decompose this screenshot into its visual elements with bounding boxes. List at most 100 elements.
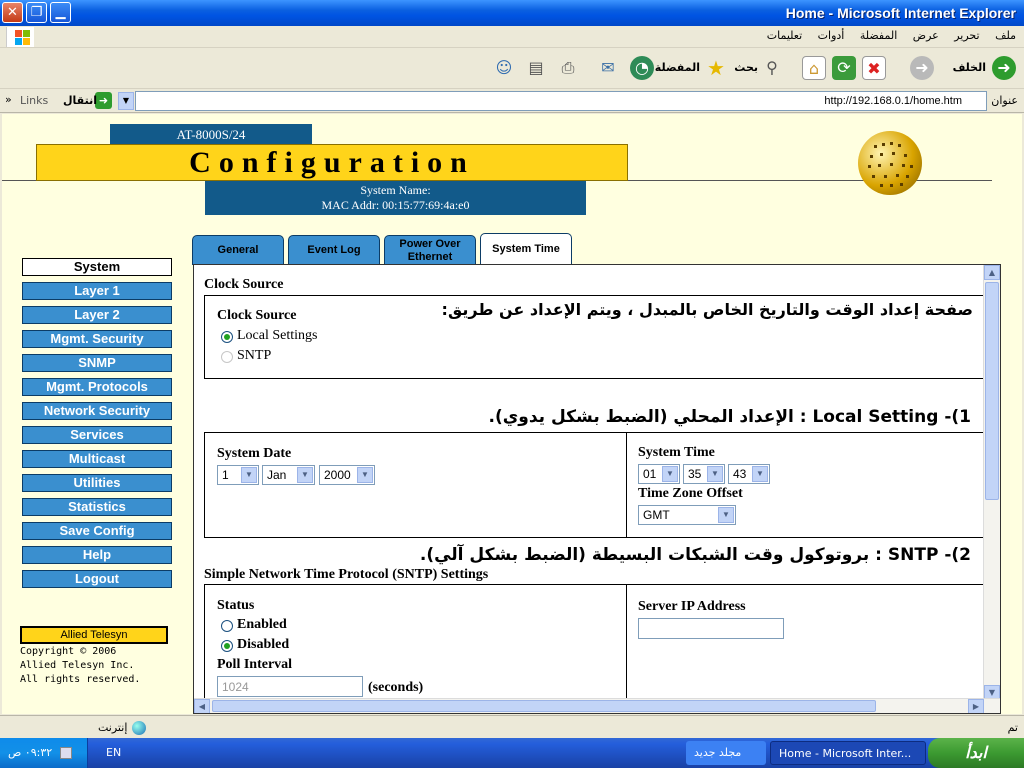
nav-utilities[interactable]: Utilities: [22, 474, 172, 492]
nav-layer1[interactable]: Layer 1: [22, 282, 172, 300]
nav-layer2[interactable]: Layer 2: [22, 306, 172, 324]
system-info-box: System Name: MAC Addr: 00:15:77:69:4a:e0: [205, 181, 586, 215]
forward-arrow-icon[interactable]: ➜: [910, 56, 934, 80]
sntp-option-label: SNTP: [237, 348, 272, 363]
mail-icon[interactable]: ✉: [596, 56, 620, 80]
title-bar: ✕ ❐ ▁ Home - Microsoft Internet Explorer: [0, 0, 1024, 26]
chevron-down-icon: ▼: [662, 466, 678, 482]
menu-view[interactable]: عرض: [913, 29, 939, 42]
task-new-folder[interactable]: مجلد جديد: [686, 741, 766, 765]
time-zone-select[interactable]: GMT ▼: [638, 505, 736, 525]
nav-save-config[interactable]: Save Config: [22, 522, 172, 540]
edit-icon[interactable]: ▤: [524, 56, 548, 80]
disabled-radio[interactable]: [221, 640, 233, 652]
nav-logout[interactable]: Logout: [22, 570, 172, 588]
tab-system-time[interactable]: System Time: [480, 233, 572, 265]
menu-edit[interactable]: تحرير: [954, 29, 979, 42]
chevron-down-icon: ▼: [357, 467, 373, 483]
menu-help[interactable]: تعليمات: [767, 29, 802, 42]
vertical-scrollbar[interactable]: ▲ ▼: [983, 265, 1000, 700]
second-select[interactable]: 43 ▼: [728, 464, 770, 484]
address-label: عنوان: [991, 94, 1018, 107]
hour-select[interactable]: 01 ▼: [638, 464, 680, 484]
menu-file[interactable]: ملف: [995, 29, 1016, 42]
horizontal-scrollbar[interactable]: ◀ ▶: [194, 698, 1000, 713]
local-settings-label: Local Settings: [237, 328, 318, 343]
search-button-label[interactable]: بحث: [734, 61, 758, 74]
chevron-down-icon: ▼: [752, 466, 768, 482]
local-settings-radio[interactable]: [221, 331, 233, 343]
home-icon[interactable]: ⌂: [802, 56, 826, 80]
poll-interval-label: Poll Interval: [217, 657, 293, 672]
server-ip-input[interactable]: [638, 618, 784, 639]
search-icon[interactable]: ⚲: [760, 56, 784, 80]
clock[interactable]: ٠٩:٣٢ ص: [8, 738, 52, 768]
minute-select[interactable]: 35 ▼: [683, 464, 725, 484]
system-time-label: System Time: [638, 445, 715, 460]
go-button-label[interactable]: انتقال: [63, 94, 97, 107]
globe-icon: [858, 131, 922, 195]
internet-zone-label: إنترنت: [98, 721, 128, 734]
nav-multicast[interactable]: Multicast: [22, 450, 172, 468]
tab-event-log[interactable]: Event Log: [288, 235, 380, 265]
vertical-scroll-thumb[interactable]: [985, 282, 999, 500]
restore-button[interactable]: ❐: [26, 2, 47, 23]
toolbar: ➜ الخلف ➜ ✖ ⟳ ⌂ ⚲ بحث ★ المفضلة ◔ ✉ ⎙ ▤ …: [0, 49, 1024, 89]
nav-statistics[interactable]: Statistics: [22, 498, 172, 516]
close-button[interactable]: ✕: [2, 2, 23, 23]
configuration-banner: Configuration: [36, 144, 628, 181]
address-input[interactable]: http://192.168.0.1/home.htm: [135, 91, 987, 111]
mac-address: MAC Addr: 00:15:77:69:4a:e0: [321, 198, 470, 212]
tab-power-over-ethernet[interactable]: Power Over Ethernet: [384, 235, 476, 265]
print-icon[interactable]: ⎙: [556, 56, 580, 80]
task-ie-window[interactable]: Home - Microsoft Inter...: [770, 741, 926, 765]
nav-network-security[interactable]: Network Security: [22, 402, 172, 420]
messenger-icon[interactable]: ☺: [492, 56, 516, 80]
year-select[interactable]: 2000 ▼: [319, 465, 375, 485]
start-button[interactable]: ابدأ: [928, 738, 1024, 768]
favorites-button-label[interactable]: المفضلة: [655, 61, 700, 74]
links-label[interactable]: Links: [20, 94, 48, 107]
horizontal-scroll-thumb[interactable]: [212, 700, 876, 712]
back-arrow-icon[interactable]: ➜: [992, 56, 1016, 80]
day-select[interactable]: 1 ▼: [217, 465, 259, 485]
network-icon[interactable]: [60, 747, 72, 759]
page-viewport: AT-8000S/24 Configuration System Name: M…: [2, 114, 1022, 714]
address-dropdown-button[interactable]: ▼: [118, 92, 134, 110]
scroll-left-button[interactable]: ◀: [194, 699, 210, 713]
history-icon[interactable]: ◔: [630, 56, 654, 80]
menu-favorites[interactable]: المفضلة: [860, 29, 897, 42]
stop-icon[interactable]: ✖: [862, 56, 886, 80]
system-name: System Name:: [360, 183, 431, 197]
nav-mgmt-protocols[interactable]: Mgmt. Protocols: [22, 378, 172, 396]
scroll-up-button[interactable]: ▲: [984, 265, 1000, 280]
tab-general[interactable]: General: [192, 235, 284, 265]
nav-snmp[interactable]: SNMP: [22, 354, 172, 372]
nav-services[interactable]: Services: [22, 426, 172, 444]
favorites-star-icon[interactable]: ★: [704, 56, 728, 80]
windows-logo-icon: [6, 27, 34, 47]
sntp-settings-box: Status Enabled Disabled Poll Interval 10…: [204, 584, 986, 713]
back-button-label[interactable]: الخلف: [953, 61, 986, 74]
sntp-radio[interactable]: [221, 351, 233, 363]
poll-interval-input[interactable]: 1024: [217, 676, 363, 697]
clock-source-title: Clock Source: [204, 277, 284, 292]
month-select[interactable]: Jan ▼: [262, 465, 315, 485]
rights-text: All rights reserved.: [20, 674, 141, 685]
nav-mgmt-security[interactable]: Mgmt. Security: [22, 330, 172, 348]
language-indicator[interactable]: EN: [106, 738, 121, 768]
menu-tools[interactable]: أدوات: [818, 29, 845, 42]
local-setting-heading: 1)- Local Setting : الإعداد المحلي (الضب…: [488, 407, 971, 427]
chevron-down-icon: ▼: [718, 507, 734, 523]
content-frame: Clock Source Clock Source صفحة إعداد الو…: [193, 264, 1001, 714]
nav-system[interactable]: System: [22, 258, 172, 276]
minimize-button[interactable]: ▁: [50, 2, 71, 23]
go-arrow-icon[interactable]: ➜: [95, 92, 112, 109]
refresh-icon[interactable]: ⟳: [832, 56, 856, 80]
enabled-radio[interactable]: [221, 620, 233, 632]
nav-help[interactable]: Help: [22, 546, 172, 564]
chevron-icon[interactable]: »: [5, 93, 12, 106]
company-text: Allied Telesyn Inc.: [20, 660, 135, 671]
allied-telesyn-logo: Allied Telesyn: [20, 626, 168, 644]
scroll-right-button[interactable]: ▶: [968, 699, 984, 713]
